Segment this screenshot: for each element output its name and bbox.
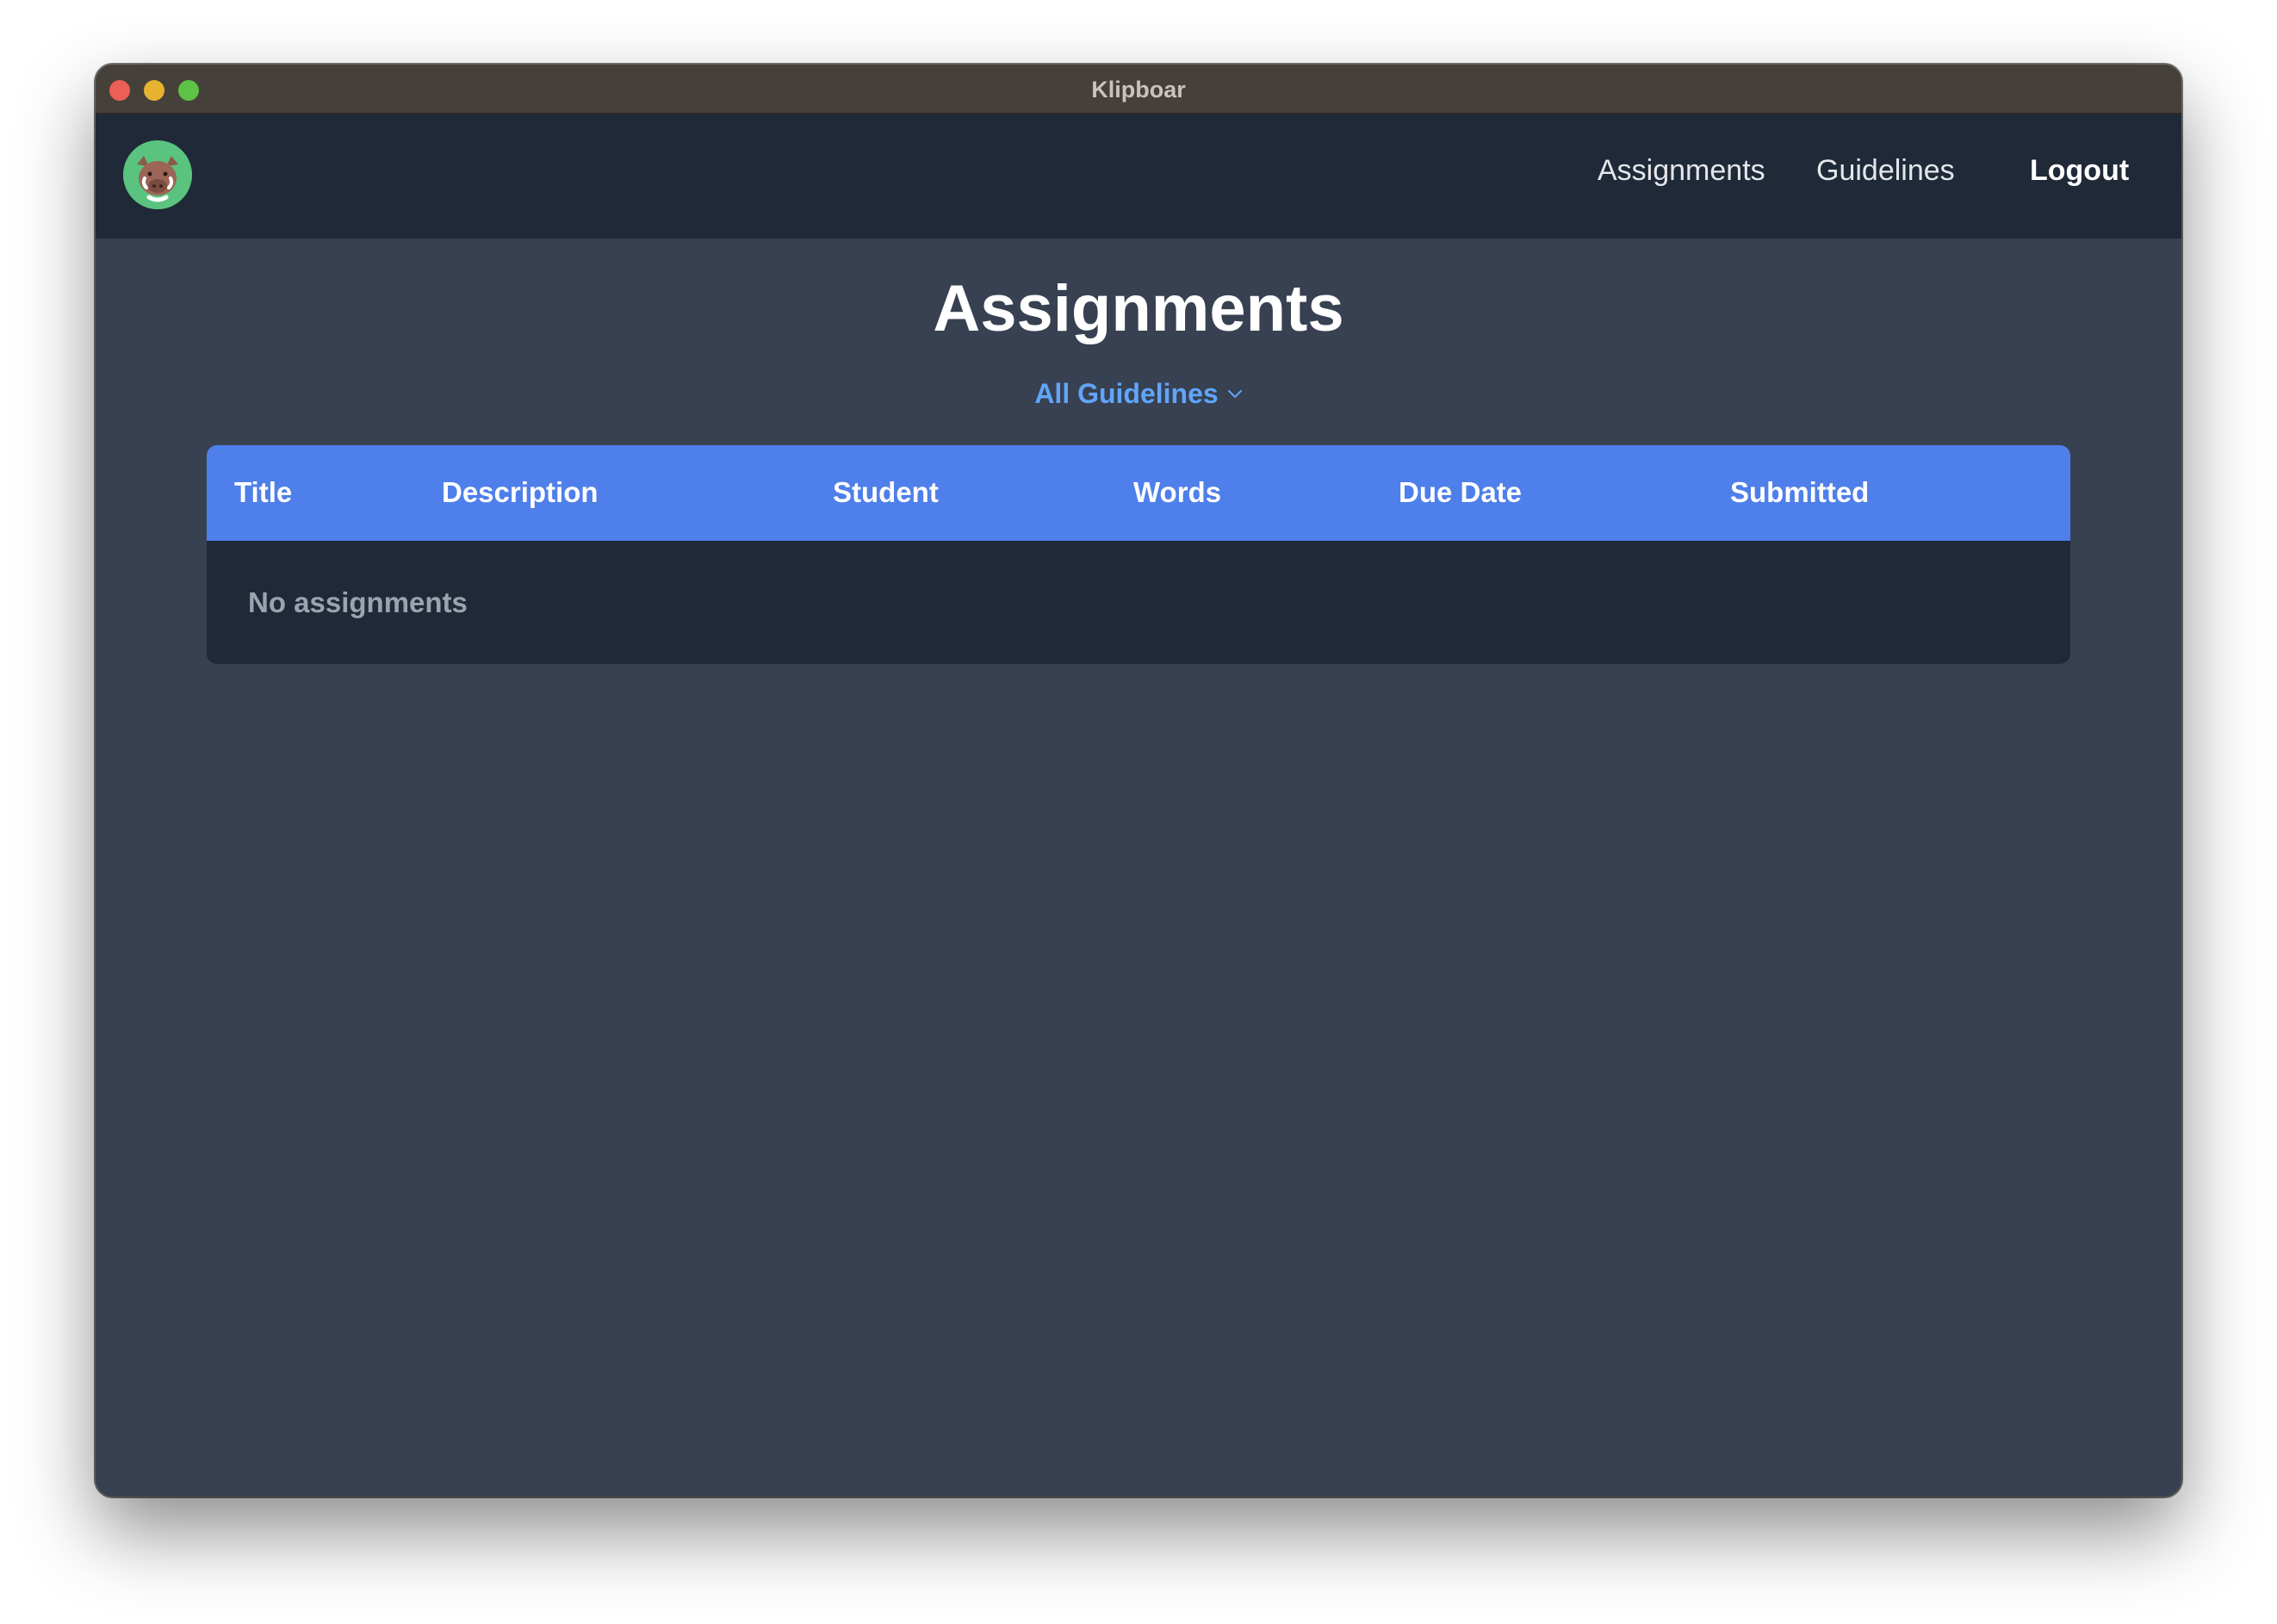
table-header-row: Title Description Student Words Due Date…: [207, 445, 2070, 541]
boar-logo-graphic: [123, 140, 192, 209]
chevron-down-icon: [1227, 389, 1242, 398]
window-title: Klipboar: [1091, 77, 1186, 102]
column-header-words[interactable]: Words: [1133, 476, 1221, 509]
nav-link-guidelines[interactable]: Guidelines: [1816, 154, 1955, 188]
column-header-student[interactable]: Student: [833, 476, 939, 509]
guideline-filter-dropdown[interactable]: All Guidelines: [1034, 378, 1242, 410]
assignments-table: Title Description Student Words Due Date…: [207, 445, 2070, 664]
column-header-title[interactable]: Title: [234, 476, 292, 509]
guideline-filter-label: All Guidelines: [1034, 378, 1219, 409]
title-bar: Klipboar: [96, 65, 2181, 115]
column-header-submitted[interactable]: Submitted: [1730, 476, 1869, 509]
app-window: Klipboar Assignments Guidelines Logout A…: [96, 65, 2181, 1497]
navbar: Assignments Guidelines Logout: [96, 115, 2181, 239]
column-header-due-date[interactable]: Due Date: [1399, 476, 1522, 509]
boar-logo-icon[interactable]: [123, 140, 192, 209]
guideline-filter: All Guidelines: [96, 378, 2181, 410]
empty-state-message: No assignments: [248, 586, 468, 618]
column-header-description[interactable]: Description: [442, 476, 599, 509]
desktop: Klipboar Assignments Guidelines Logout A…: [0, 0, 2277, 1624]
page-title: Assignments: [933, 272, 1344, 345]
nav-link-assignments[interactable]: Assignments: [1598, 154, 1765, 188]
logout-button[interactable]: Logout: [2030, 154, 2129, 188]
